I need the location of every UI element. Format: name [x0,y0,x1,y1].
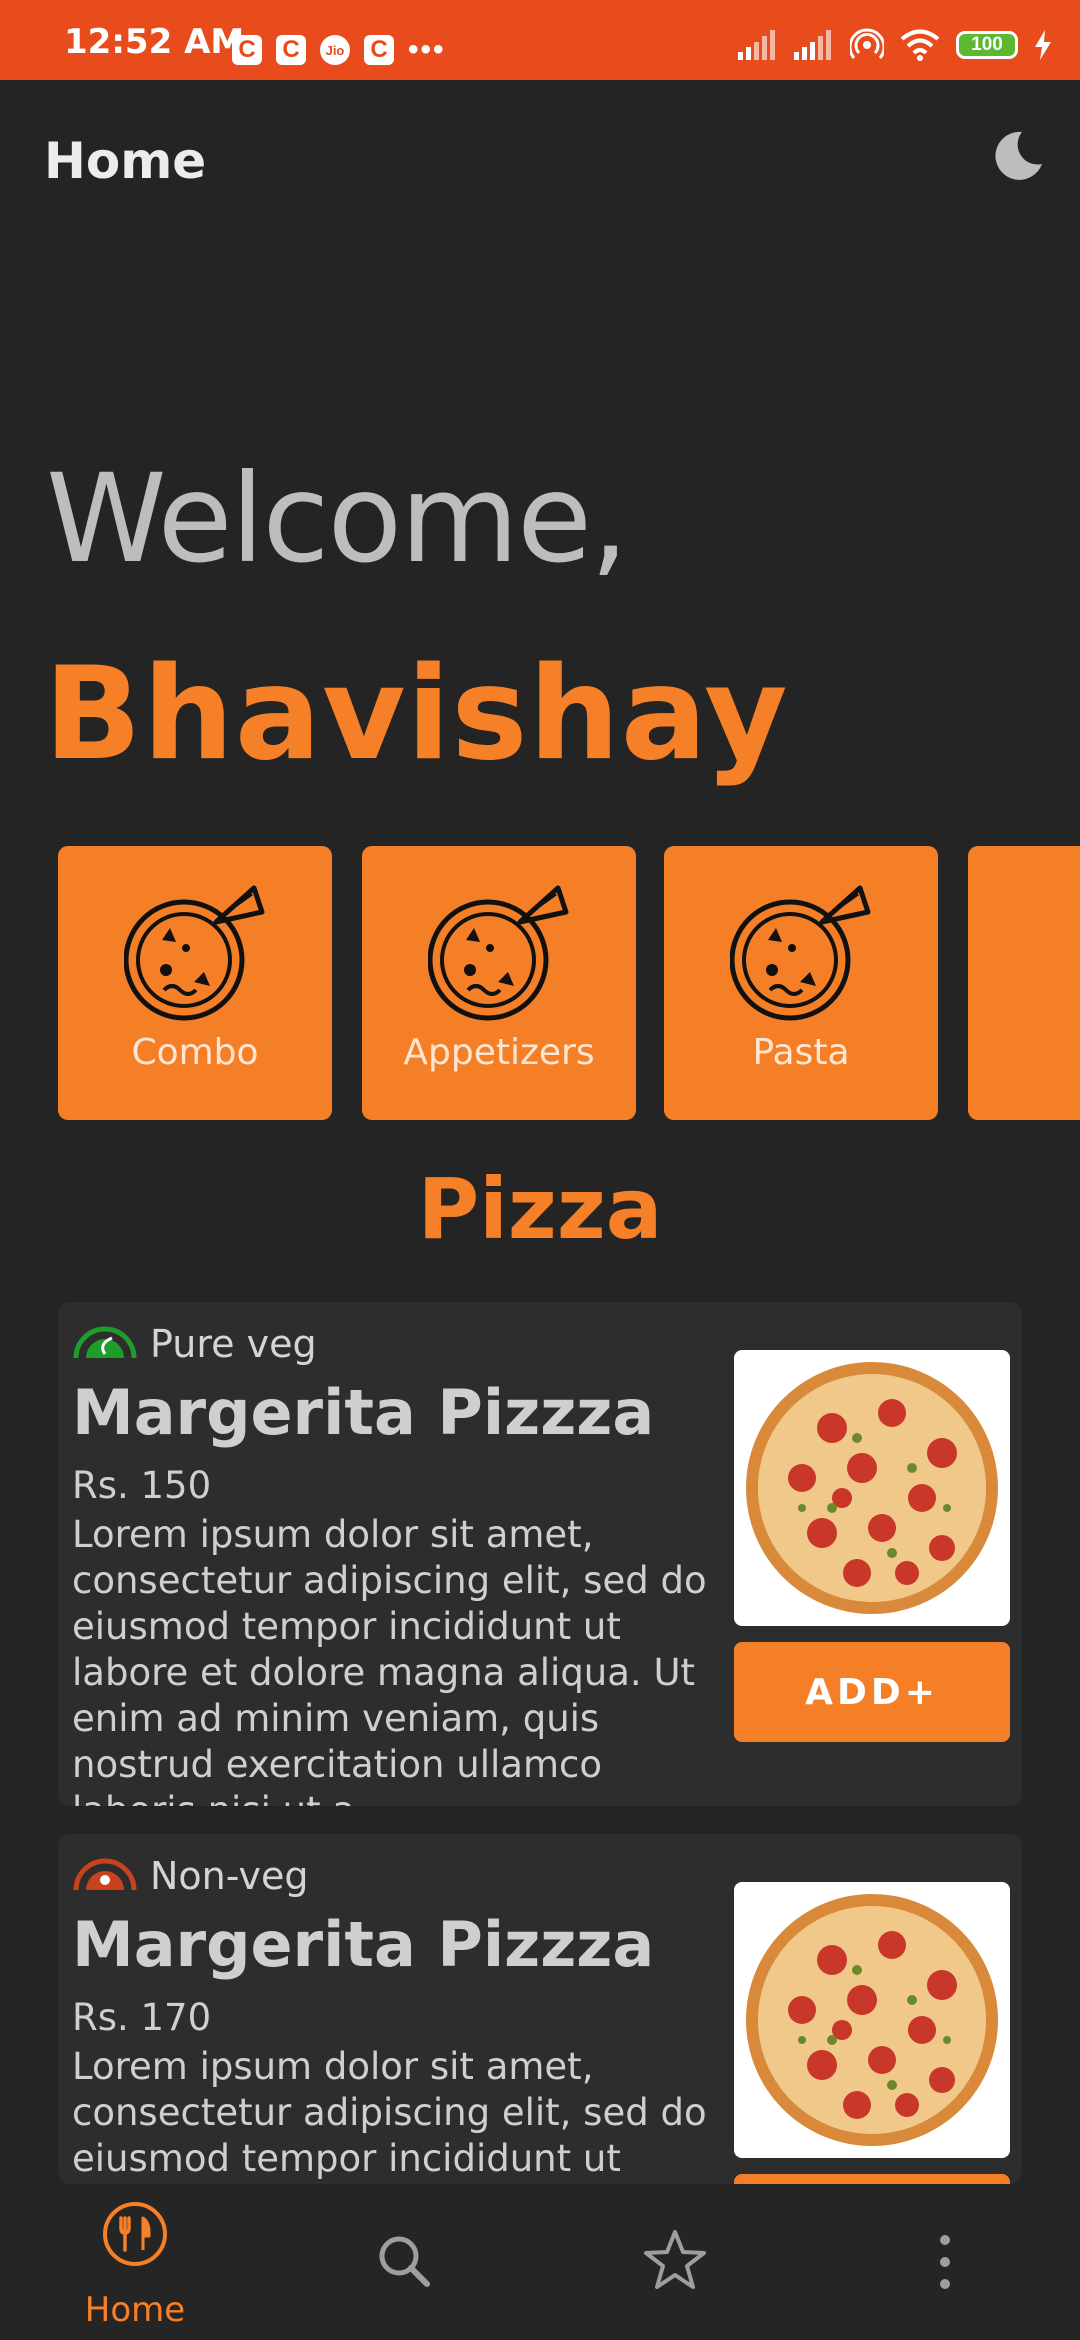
pizza-image [734,1350,1010,1626]
menu-item-card[interactable]: Pure veg Margerita Pizzza Rs. 150 Lorem … [58,1302,1022,1806]
welcome-greeting: Welcome, [46,448,629,590]
item-name: Margerita Pizzza [72,1376,655,1449]
status-time: 12:52 AM [64,22,245,62]
more-vert-icon [940,2235,950,2289]
menu-item-card[interactable]: Non-veg Margerita Pizzza Rs. 170 Lorem i… [58,1834,1022,2184]
moon-icon[interactable] [988,126,1048,186]
pizza-photo-icon [746,1362,998,1614]
notification-icons: C C Jio C ••• [232,30,446,70]
battery-icon: 100 [956,31,1018,59]
non-veg-badge-icon [73,1858,137,1891]
section-title: Pizza [417,1160,663,1258]
add-to-cart-button[interactable]: ADD+ [734,1642,1010,1742]
wifi-icon [900,29,940,61]
category-label: Pasta [752,1032,850,1073]
pizza-photo-icon [746,1894,998,2146]
nav-search[interactable] [270,2184,540,2340]
jio-icon: Jio [320,35,350,65]
pizza-icon [730,885,871,1021]
app-c-icon: C [364,35,394,65]
item-price: Rs. 170 [72,1996,212,2039]
page-title: Home [44,132,207,190]
nav-home-label: Home [84,2290,186,2330]
item-name: Margerita Pizzza [72,1908,655,1981]
status-bar: 12:52 AM C C Jio C ••• 100 [0,0,1080,80]
system-icons: 100 [738,28,1052,62]
more-notifications-icon: ••• [408,33,446,66]
category-card[interactable]: Appetizers [362,846,636,1120]
star-icon [644,2230,706,2289]
pizza-image [734,1882,1010,2158]
category-carousel[interactable]: Combo Appetizers Pasta [58,846,1080,1120]
app-c-icon: C [232,35,262,65]
category-label: Appetizers [403,1032,595,1073]
signal-icon [794,30,831,60]
app-c-icon: C [276,35,306,65]
user-name: Bhavishay [44,640,789,789]
category-card[interactable]: Pasta [664,846,938,1120]
item-description: Lorem ipsum dolor sit amet, consectetur … [72,2045,707,2180]
hotspot-icon [850,28,884,59]
diet-label: Non-veg [150,1854,309,1898]
add-to-cart-button[interactable] [734,2174,1010,2184]
signal-icon [738,30,775,60]
category-label: Combo [131,1032,259,1073]
charging-icon [1035,30,1051,60]
category-card-partial[interactable] [968,846,1080,1120]
veg-badge-icon [73,1326,137,1359]
nav-home[interactable]: Home [0,2184,270,2340]
pizza-icon [124,885,265,1021]
item-description: Lorem ipsum dolor sit amet, consectetur … [72,1513,707,1806]
bottom-navigation: Home [0,2184,1080,2340]
pizza-icon [428,885,569,1021]
category-card[interactable]: Combo [58,846,332,1120]
search-icon [379,2236,430,2287]
nav-favorites[interactable] [540,2184,810,2340]
nav-more[interactable] [810,2184,1080,2340]
restaurant-icon [103,2202,167,2266]
diet-label: Pure veg [150,1322,317,1366]
item-price: Rs. 150 [72,1464,212,1507]
